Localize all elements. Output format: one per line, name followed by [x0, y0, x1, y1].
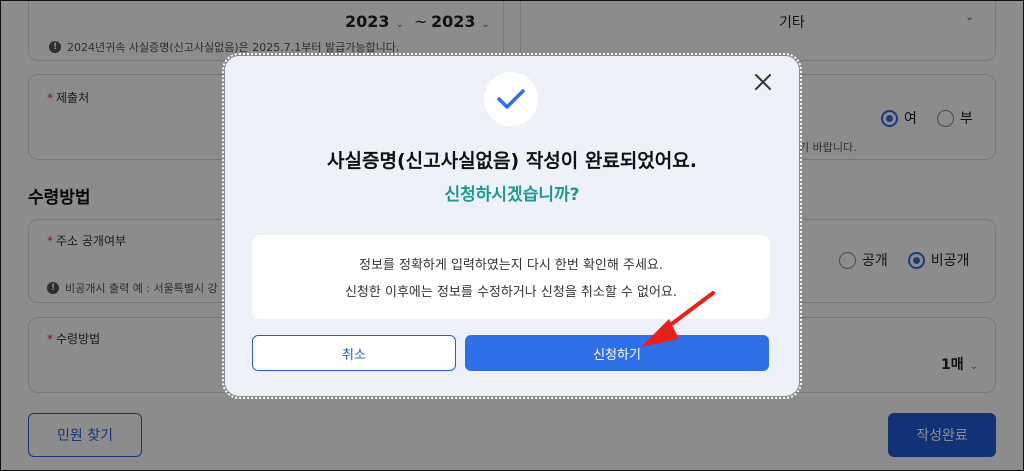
modal-title: 사실증명(신고사실없음) 작성이 완료되었어요.	[327, 150, 697, 172]
message-line-1: 정보를 정확하게 입력하였는지 다시 한번 확인해 주세요.	[358, 258, 663, 273]
apply-button[interactable]: 신청하기	[465, 335, 769, 371]
close-button[interactable]	[751, 70, 775, 94]
page: 2023 ⌄ ~ 2023 ⌄ ! 2024년귀속 사실증명(신고사실없음)은 20…	[0, 0, 1024, 471]
modal-message-box: 정보를 정확하게 입력하였는지 다시 한번 확인해 주세요. 신청한 이후에는 …	[252, 235, 770, 319]
cancel-button[interactable]: 취소	[252, 335, 456, 371]
check-icon	[497, 89, 525, 109]
success-badge	[484, 72, 538, 126]
message-line-2: 신청한 이후에는 정보를 수정하거나 신청을 취소할 수 없어요.	[344, 285, 678, 300]
confirm-modal: 사실증명(신고사실없음) 작성이 완료되었어요. 신청하시겠습니까? 정보를 정…	[222, 53, 802, 399]
modal-subtitle: 신청하시겠습니까?	[444, 185, 580, 205]
close-icon	[755, 74, 771, 90]
